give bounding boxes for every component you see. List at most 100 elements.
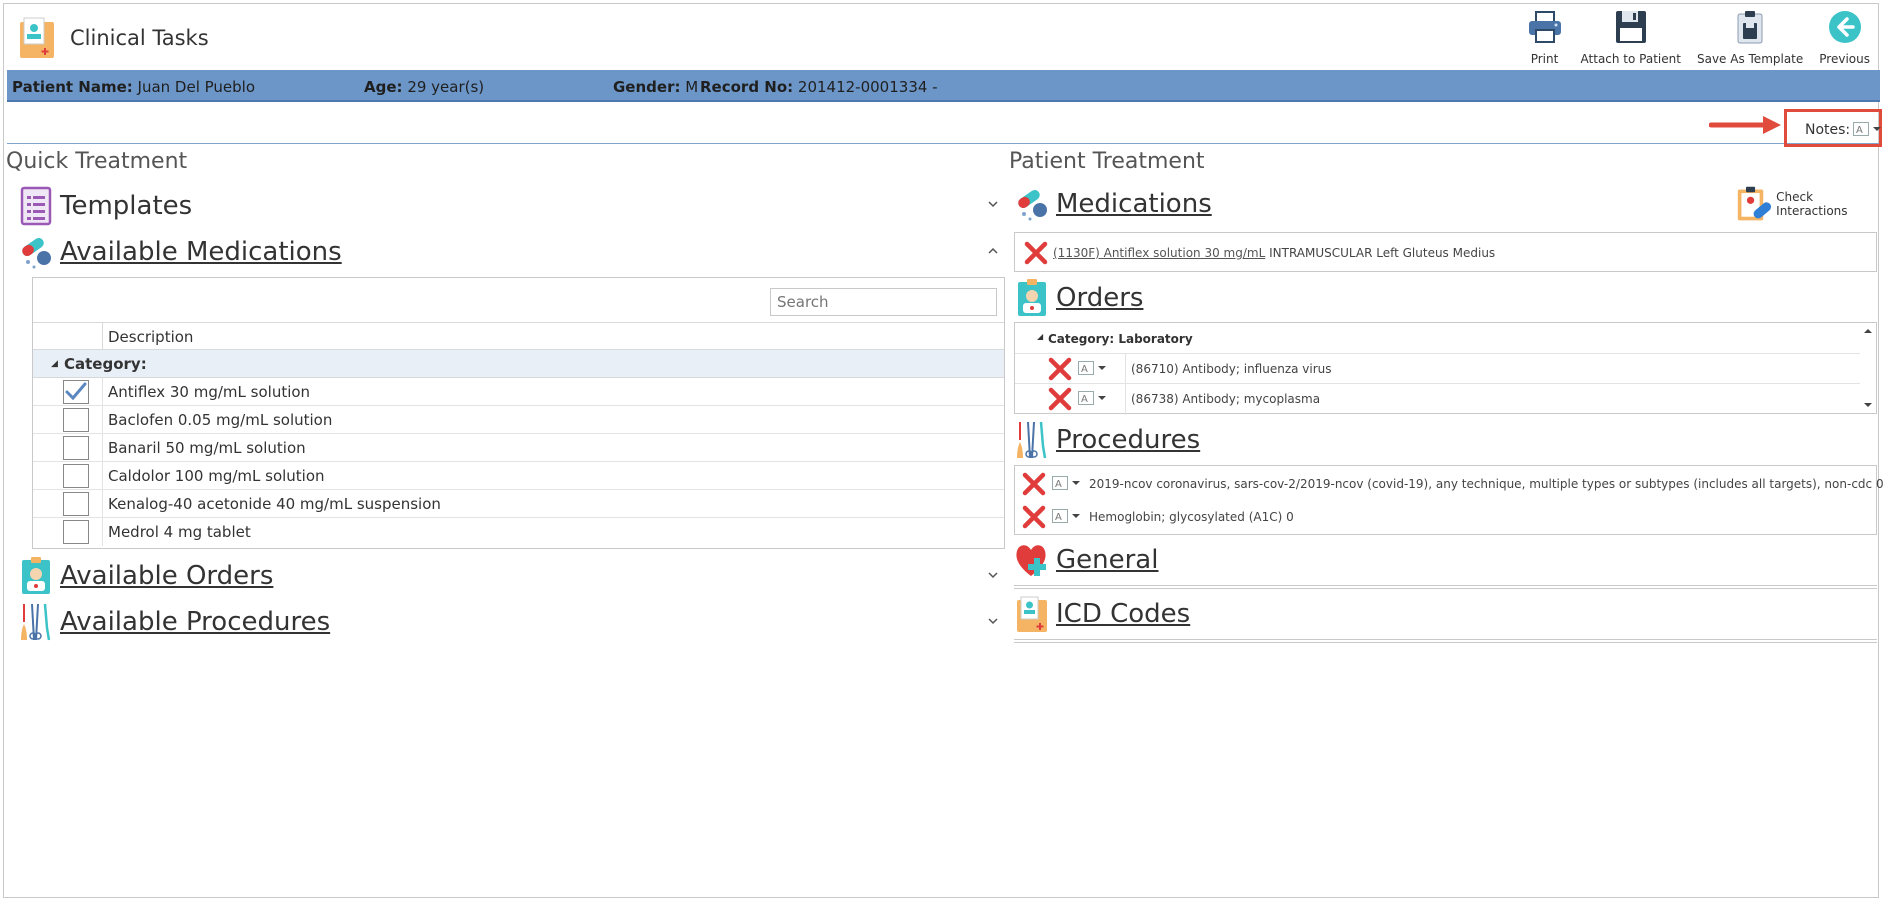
procedure-item: 2019-ncov coronavirus, sars-cov-2/2019-n… — [1089, 477, 1884, 491]
general-label: General — [1056, 545, 1159, 575]
medication-name: Kenalog-40 acetonide 40 mg/mL suspension — [108, 495, 441, 513]
attach-to-patient-button[interactable]: Attach to Patient — [1573, 8, 1689, 68]
icd-codes-header[interactable]: ICD Codes — [1014, 594, 1190, 634]
medication-item-link[interactable]: (1130F) Antiflex solution 30 mg/mL — [1053, 246, 1265, 260]
remove-x-icon[interactable] — [1023, 240, 1049, 266]
patient-age: Age: 29 year(s) — [364, 78, 484, 96]
pills-icon — [22, 237, 51, 269]
table-row[interactable]: Banaril 50 mg/mL solution — [33, 434, 1004, 462]
print-button[interactable]: Print — [1517, 8, 1573, 68]
remove-x-icon[interactable] — [1021, 471, 1047, 497]
available-medications-header[interactable]: Available Medications — [18, 232, 342, 272]
previous-label: Previous — [1819, 52, 1870, 66]
patient-gender-label: Gender: — [613, 78, 681, 96]
medication-name: Banaril 50 mg/mL solution — [108, 439, 306, 457]
grid-header: Description — [33, 322, 1004, 351]
chevron-up-icon[interactable] — [987, 247, 999, 255]
scroll-down-icon[interactable] — [1863, 401, 1873, 409]
checkbox[interactable] — [63, 408, 89, 432]
category-group-row[interactable]: ◢ Category: — [33, 350, 1004, 378]
surgical-tools-icon — [1017, 421, 1047, 459]
medication-item: (1130F) Antiflex solution 30 mg/mL INTRA… — [1053, 246, 1495, 260]
orders-category-label: Category: Laboratory — [1048, 332, 1193, 346]
caret-down-icon — [1098, 396, 1106, 400]
svg-text:A: A — [1081, 394, 1088, 405]
save-as-template-button[interactable]: Save As Template — [1689, 8, 1811, 68]
note-dropdown[interactable]: A — [1078, 361, 1107, 375]
orders-grid: ◢ Category: Laboratory A (86710) Antibod… — [1014, 322, 1877, 415]
templates-header[interactable]: Templates — [18, 186, 192, 226]
clipboard-save-icon — [1737, 11, 1763, 44]
collapse-triangle-icon[interactable]: ◢ — [51, 359, 58, 369]
checkbox[interactable] — [63, 464, 89, 488]
available-medications-grid: Description ◢ Category: Antiflex 30 mg/m… — [32, 277, 1005, 549]
available-orders-header[interactable]: Available Orders — [18, 556, 273, 596]
remove-x-icon[interactable] — [1021, 504, 1047, 530]
svg-text:A: A — [1055, 512, 1062, 523]
chevron-down-icon[interactable] — [987, 571, 999, 579]
procedures-header[interactable]: Procedures — [1014, 420, 1200, 460]
search-input[interactable] — [770, 288, 997, 316]
surgical-tools-icon — [21, 603, 51, 641]
general-header[interactable]: General — [1014, 540, 1158, 580]
caret-down-icon — [1098, 366, 1106, 370]
checkmark-icon — [65, 382, 87, 401]
text-note-icon: A — [1853, 122, 1869, 136]
procedure-item: Hemoglobin; glycosylated (A1C) 0 — [1089, 510, 1294, 524]
orders-header[interactable]: Orders — [1014, 278, 1143, 318]
toolbar: Print Attach to Patient Save As Template… — [1517, 8, 1878, 68]
patient-gender-value: M — [685, 78, 699, 96]
back-arrow-icon — [1828, 11, 1861, 43]
table-row[interactable]: Kenalog-40 acetonide 40 mg/mL suspension — [33, 490, 1004, 518]
column-description[interactable]: Description — [108, 328, 193, 346]
checkbox[interactable] — [63, 380, 89, 404]
text-note-icon: A — [1078, 361, 1094, 375]
svg-text:A: A — [1081, 364, 1088, 375]
text-note-icon: A — [1052, 476, 1068, 490]
table-row[interactable]: Caldolor 100 mg/mL solution — [33, 462, 1004, 490]
collapse-triangle-icon[interactable]: ◢ — [1037, 332, 1043, 341]
available-procedures-header[interactable]: Available Procedures — [18, 602, 330, 642]
clipboard-pill-icon — [1737, 186, 1772, 221]
checkbox[interactable] — [63, 492, 89, 516]
caret-down-icon — [1072, 481, 1080, 485]
available-orders-label: Available Orders — [60, 561, 274, 591]
templates-label: Templates — [60, 191, 193, 221]
patient-age-label: Age: — [364, 78, 403, 96]
scroll-up-icon[interactable] — [1863, 327, 1873, 335]
scrollbar[interactable] — [1860, 323, 1876, 413]
checkbox[interactable] — [63, 436, 89, 460]
checkbox[interactable] — [63, 520, 89, 544]
medications-header[interactable]: Medications — [1014, 184, 1212, 224]
table-row[interactable]: Antiflex 30 mg/mL solution — [33, 378, 1004, 406]
notes-dropdown[interactable]: A — [1853, 122, 1882, 136]
text-note-icon: A — [1078, 391, 1094, 405]
check-interactions-button[interactable]: Check Interactions — [1736, 184, 1878, 224]
remove-x-icon[interactable] — [1047, 356, 1073, 382]
clinical-folder-icon — [1017, 596, 1047, 632]
available-medications-label: Available Medications — [60, 237, 342, 267]
heart-plus-icon — [1016, 545, 1046, 576]
print-label: Print — [1530, 52, 1559, 66]
patient-info-bar: Patient Name: Juan Del Pueblo Age: 29 ye… — [7, 70, 1880, 102]
app-header: Clinical Tasks Print Attach to Patient S… — [4, 4, 1878, 70]
medication-name: Caldolor 100 mg/mL solution — [108, 467, 325, 485]
table-row[interactable]: Baclofen 0.05 mg/mL solution — [33, 406, 1004, 434]
patient-record: Record No: 201412-0001334 - — [700, 78, 938, 96]
check-interactions-label: Check Interactions — [1776, 190, 1848, 218]
remove-x-icon[interactable] — [1047, 386, 1073, 412]
save-as-template-label: Save As Template — [1696, 52, 1804, 66]
floppy-disk-icon — [1615, 11, 1646, 43]
procedures-label: Procedures — [1056, 425, 1201, 455]
order-item: (86710) Antibody; influenza virus — [1131, 362, 1332, 376]
patient-gender: Gender: M — [613, 78, 698, 96]
note-dropdown[interactable]: A — [1078, 391, 1107, 405]
table-row[interactable]: Medrol 4 mg tablet — [33, 518, 1004, 546]
previous-button[interactable]: Previous — [1811, 8, 1878, 68]
note-dropdown[interactable]: A — [1052, 509, 1081, 523]
chevron-down-icon[interactable] — [987, 617, 999, 625]
medication-name: Baclofen 0.05 mg/mL solution — [108, 411, 333, 429]
note-dropdown[interactable]: A — [1052, 476, 1081, 490]
chevron-down-icon[interactable] — [987, 200, 999, 208]
patient-name: Patient Name: Juan Del Pueblo — [12, 78, 255, 96]
